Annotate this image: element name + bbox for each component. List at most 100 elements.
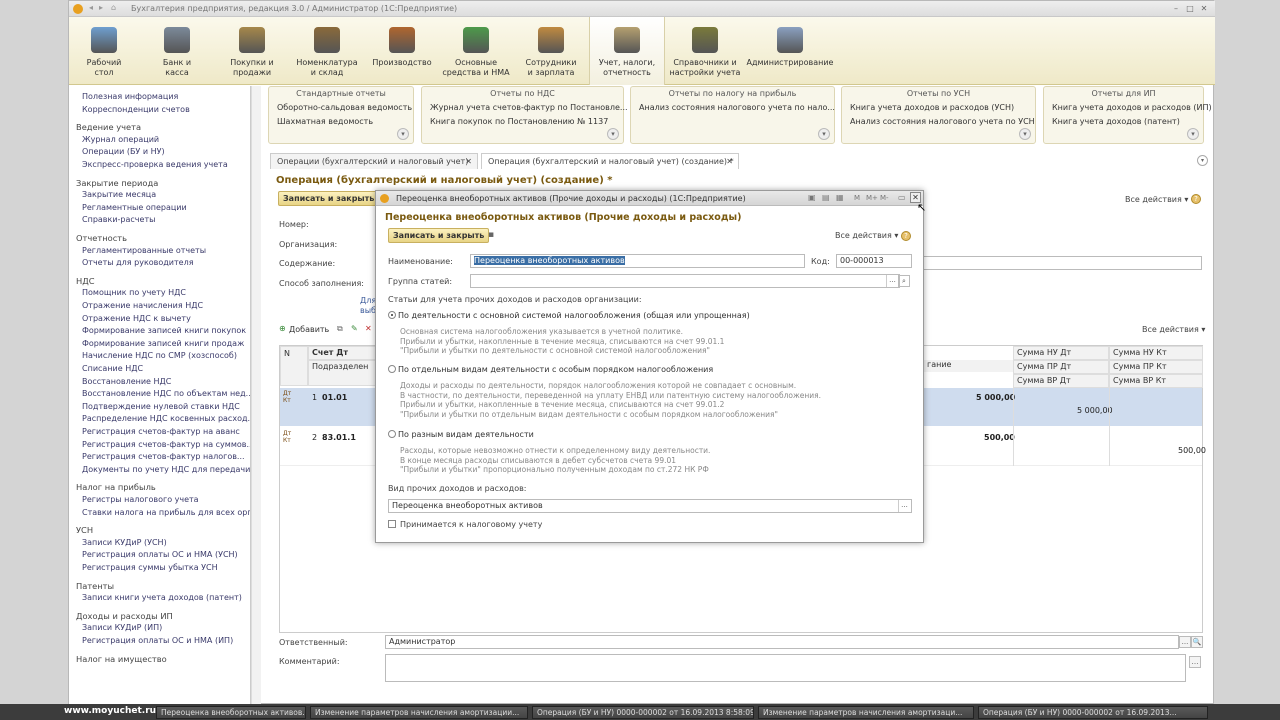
grid-all-actions-menu[interactable]: Все действия ▾ xyxy=(1142,325,1205,334)
sidebar-item[interactable]: Регистрация оплаты ОС и НМА (ИП) xyxy=(82,636,233,645)
section-accounting[interactable]: Учет, налоги, отчетность xyxy=(589,17,665,85)
report-link[interactable]: Книга учета доходов и расходов (УСН) xyxy=(850,103,1014,112)
section-desk[interactable]: Рабочий стол xyxy=(69,17,139,85)
chevron-down-icon[interactable]: ▾ xyxy=(397,128,409,140)
sidebar-item[interactable]: Регистры налогового учета xyxy=(82,495,199,504)
sidebar-item[interactable]: Регистрация счетов-фактур налогов... xyxy=(82,452,245,461)
chevron-down-icon[interactable]: ▾ xyxy=(1019,128,1031,140)
comment-expand-button[interactable]: … xyxy=(1189,656,1201,668)
copy-icon[interactable]: ⧉ xyxy=(337,324,343,334)
sidebar-item[interactable]: Регистрация счетов-фактур на аванс xyxy=(82,427,240,436)
report-link[interactable]: Оборотно-сальдовая ведомость xyxy=(277,103,412,112)
section-warehouse[interactable]: Номенклатура и склад xyxy=(289,17,365,85)
chevron-down-icon[interactable]: ▾ xyxy=(607,128,619,140)
sidebar-item[interactable]: Записи КУДиР (УСН) xyxy=(82,538,167,547)
responsible-field[interactable]: Администратор xyxy=(385,635,1179,649)
report-link[interactable]: Журнал учета счетов-фактур по Постановле… xyxy=(430,103,628,112)
report-link[interactable]: Книга учета доходов (патент) xyxy=(1052,117,1180,126)
dialog-memory-minus-button[interactable]: M- xyxy=(880,194,889,202)
minimize-icon[interactable]: – xyxy=(1169,3,1183,14)
taskbar-item[interactable]: Изменение параметров начисления амортиза… xyxy=(758,706,974,719)
section-admin[interactable]: Администрирование xyxy=(745,17,835,85)
section-assets[interactable]: Основные средства и НМА xyxy=(439,17,513,85)
tab-close-icon[interactable]: ✕ xyxy=(726,154,733,169)
sidebar-item[interactable]: Списание НДС xyxy=(82,364,143,373)
sidebar-item[interactable]: Записи книги учета доходов (патент) xyxy=(82,593,242,602)
dialog-memory-button[interactable]: M xyxy=(854,194,860,202)
sidebar-item[interactable]: Отчеты для руководителя xyxy=(82,258,194,267)
sidebar-item[interactable]: Отражение начисления НДС xyxy=(82,301,203,310)
option-special-label[interactable]: По отдельным видам деятельности с особым… xyxy=(398,365,713,374)
taskbar-item[interactable]: Операция (БУ и НУ) 0000-000002 от 16.09.… xyxy=(978,706,1208,719)
responsible-select-button[interactable]: ... xyxy=(1179,636,1191,648)
tab-close-icon[interactable]: ✕ xyxy=(465,154,472,169)
report-link[interactable]: Книга учета доходов и расходов (ИП) xyxy=(1052,103,1212,112)
tax-checkbox[interactable] xyxy=(388,520,396,528)
sidebar-item[interactable]: Подтверждение нулевой ставки НДС xyxy=(82,402,240,411)
option-main-radio[interactable] xyxy=(388,311,396,319)
chevron-down-icon[interactable]: ▾ xyxy=(1187,128,1199,140)
sidebar-item[interactable]: Записи КУДиР (ИП) xyxy=(82,623,162,632)
sidebar-item[interactable]: Начисление НДС по СМР (хозспособ) xyxy=(82,351,237,360)
help-icon[interactable]: ? xyxy=(1191,194,1201,204)
sidebar-item[interactable]: Отражение НДС к вычету xyxy=(82,314,191,323)
dialog-calc-icon[interactable]: ▦ xyxy=(836,193,844,202)
sidebar-item[interactable]: Регистрация оплаты ОС и НМА (УСН) xyxy=(82,550,238,559)
sidebar-item[interactable]: Восстановление НДС по объектам нед... xyxy=(82,389,250,398)
delete-icon[interactable]: ✕ xyxy=(365,324,372,333)
tax-checkbox-label[interactable]: Принимается к налоговому учету xyxy=(400,520,542,529)
sidebar-item[interactable]: Помощник по учету НДС xyxy=(82,288,186,297)
name-field[interactable]: Переоценка внеоборотных активов xyxy=(470,254,805,268)
report-link[interactable]: Анализ состояния налогового учета по нал… xyxy=(639,103,835,112)
group-field[interactable] xyxy=(470,274,900,288)
taskbar-item[interactable]: Переоценка внеоборотных активов... xyxy=(156,706,306,719)
sidebar-item[interactable]: Регламентные операции xyxy=(82,203,187,212)
sidebar-item[interactable]: Формирование записей книги покупок xyxy=(82,326,246,335)
home-icon[interactable]: ⌂ xyxy=(111,3,116,12)
dialog-help-icon[interactable]: ? xyxy=(901,231,911,241)
add-icon[interactable]: ⊕ xyxy=(279,324,286,333)
dialog-save-close-button[interactable]: Записать и закрыть xyxy=(388,228,490,243)
dialog-save-icon[interactable]: ▣ xyxy=(808,193,816,202)
sidebar-item[interactable]: Полезная информация xyxy=(82,92,178,101)
sidebar-scrollbar[interactable] xyxy=(251,86,261,705)
tab-operation-new[interactable]: Операция (бухгалтерский и налоговый учет… xyxy=(481,153,739,169)
sidebar-item[interactable]: Регламентированные отчеты xyxy=(82,246,206,255)
taskbar-item[interactable]: Изменение параметров начисления амортиза… xyxy=(310,706,528,719)
responsible-open-icon[interactable]: 🔍 xyxy=(1191,636,1203,648)
sidebar-item[interactable]: Закрытие месяца xyxy=(82,190,156,199)
report-link[interactable]: Анализ состояния налогового учета по УСН xyxy=(850,117,1035,126)
sidebar-item[interactable]: Формирование записей книги продаж xyxy=(82,339,244,348)
close-icon[interactable]: ✕ xyxy=(1197,3,1211,14)
sidebar-item[interactable]: Справки-расчеты xyxy=(82,215,155,224)
chevron-down-icon[interactable]: ▾ xyxy=(818,128,830,140)
sidebar-item[interactable]: Восстановление НДС xyxy=(82,377,171,386)
sidebar-item[interactable]: Регистрация счетов-фактур на суммов... xyxy=(82,440,250,449)
option-special-radio[interactable] xyxy=(388,365,396,373)
sidebar-item[interactable]: Экспресс-проверка ведения учета xyxy=(82,160,228,169)
report-link[interactable]: Шахматная ведомость xyxy=(277,117,373,126)
add-row-button[interactable]: Добавить xyxy=(289,325,329,334)
report-link[interactable]: Книга покупок по Постановлению № 1137 xyxy=(430,117,608,126)
kind-field[interactable]: Переоценка внеоборотных активов xyxy=(388,499,912,513)
sidebar-item[interactable]: Регистрация суммы убытка УСН xyxy=(82,563,218,572)
section-truck[interactable]: Покупки и продажи xyxy=(215,17,289,85)
section-employees[interactable]: Сотрудники и зарплата xyxy=(513,17,589,85)
section-factory[interactable]: Производство xyxy=(365,17,439,85)
maximize-icon[interactable]: □ xyxy=(1183,3,1197,14)
sidebar-item[interactable]: Ставки налога на прибыль для всех орг... xyxy=(82,508,250,517)
dialog-save-icon-button[interactable]: ▪ xyxy=(488,230,494,240)
option-various-radio[interactable] xyxy=(388,430,396,438)
back-icon[interactable]: ◂ xyxy=(89,3,93,12)
tabs-menu-icon[interactable]: ▾ xyxy=(1197,155,1208,166)
dialog-memory-plus-button[interactable]: M+ xyxy=(866,194,878,202)
sidebar-item[interactable]: Распределение НДС косвенных расход... xyxy=(82,414,250,423)
option-main-label[interactable]: По деятельности с основной системой нало… xyxy=(398,311,750,320)
sidebar-item[interactable]: Операции (БУ и НУ) xyxy=(82,147,165,156)
forward-icon[interactable]: ▸ xyxy=(99,3,103,12)
dialog-restore-icon[interactable]: ▭ xyxy=(898,193,906,202)
selection-link[interactable]: Для выб xyxy=(360,296,376,316)
group-search-icon[interactable]: ⌕ xyxy=(898,275,910,287)
sidebar-item[interactable]: Журнал операций xyxy=(82,135,159,144)
content-field[interactable] xyxy=(923,256,1202,270)
